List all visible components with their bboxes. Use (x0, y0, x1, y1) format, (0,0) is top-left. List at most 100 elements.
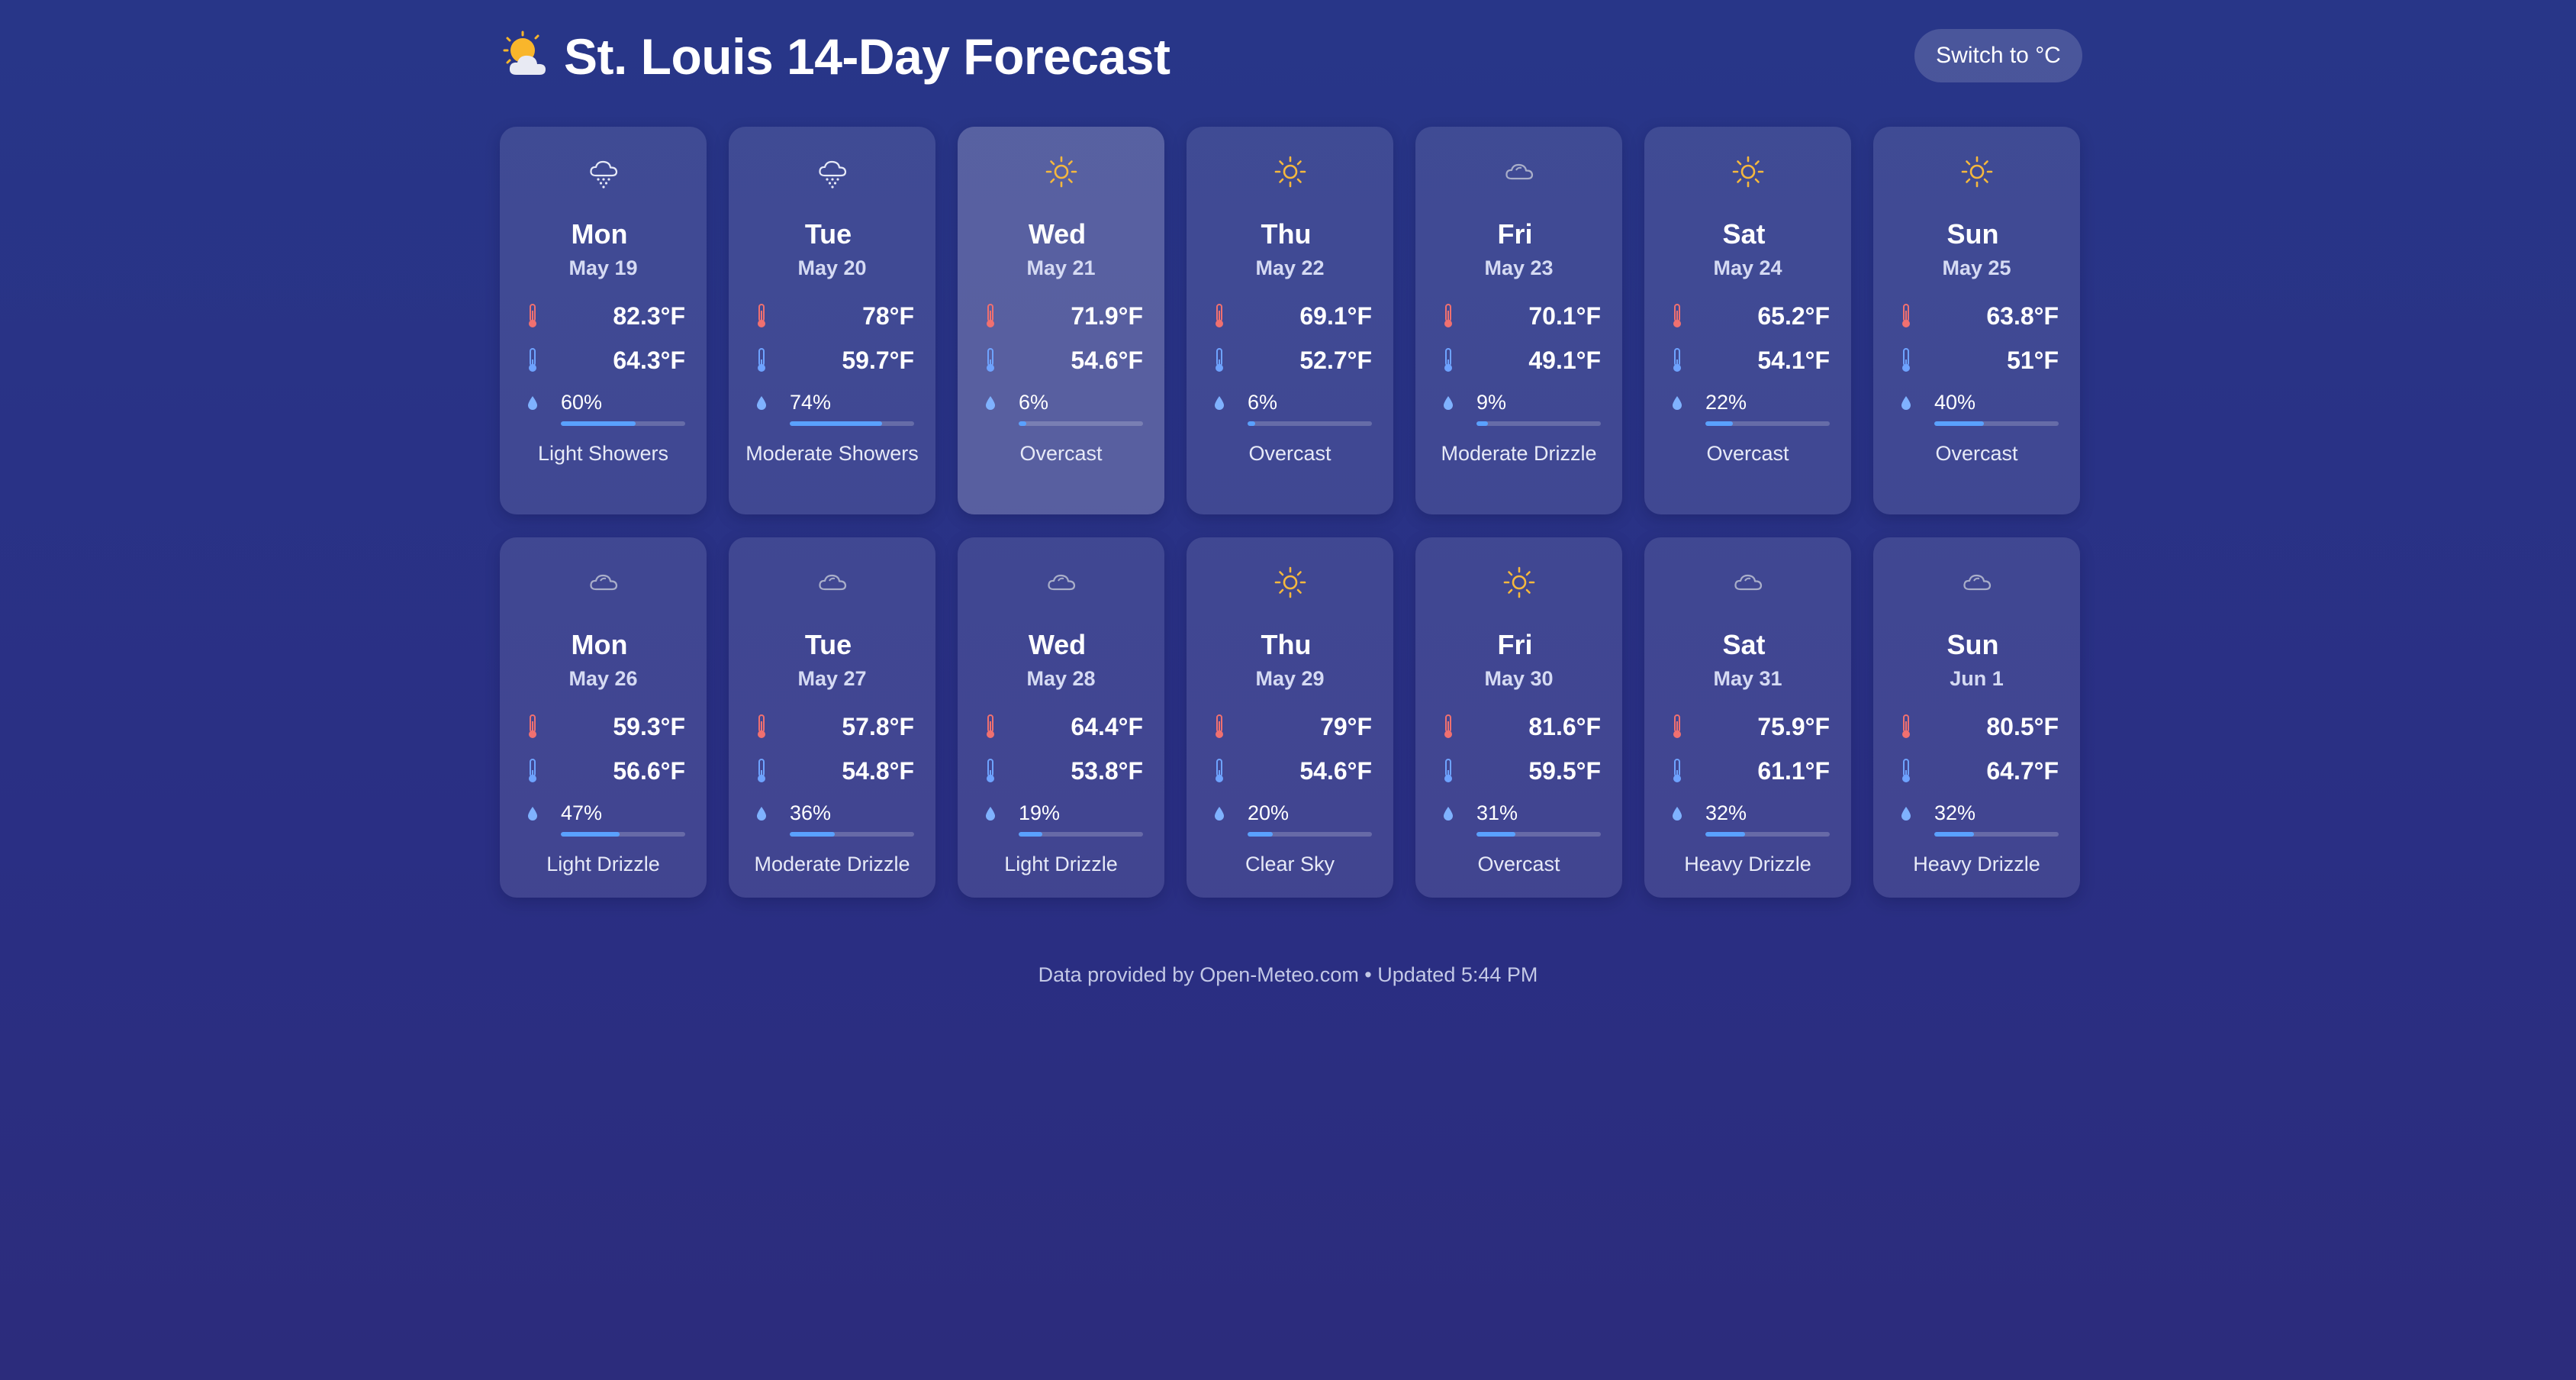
high-temp: 59.3°F (613, 712, 685, 740)
precipitation-bar-fill (1705, 832, 1746, 837)
page: St. Louis 14-Day Forecast Switch to °C M… (500, 0, 2082, 898)
raindrop-icon (528, 807, 537, 821)
low-temp-row: 54.8°F (755, 756, 914, 786)
raindrop-icon (1673, 807, 1682, 821)
day-date: May 20 (797, 256, 867, 279)
precipitation-chance: 74% (790, 391, 832, 414)
thermometer-low-icon (1444, 348, 1452, 372)
precipitation-bar-fill (561, 421, 636, 426)
precipitation-bar-fill (1476, 832, 1515, 837)
low-temp: 54.8°F (842, 756, 914, 785)
precipitation-bar (790, 832, 914, 837)
precipitation-row: 74% (755, 391, 914, 429)
precipitation-chance: 47% (561, 801, 603, 824)
weather-condition: Moderate Showers (745, 442, 919, 465)
high-temp-row: 69.1°F (1212, 301, 1372, 331)
precipitation-chance: 32% (1934, 801, 1976, 824)
sun-icon (1959, 154, 1995, 189)
thermometer-low-icon (1902, 759, 1910, 782)
forecast-day-card: Sun Jun 1 80.5°F 64.7°F 32% Heavy Drizzl… (1873, 537, 2080, 898)
day-date: May 23 (1484, 256, 1554, 279)
day-name: Mon (571, 629, 628, 660)
thermometer-high-icon (529, 304, 536, 327)
sun-icon (1502, 565, 1537, 600)
day-date: May 24 (1713, 256, 1782, 279)
day-name: Sat (1722, 629, 1766, 660)
high-temp-row: 59.3°F (526, 711, 685, 742)
forecast-day-card: Thu May 29 79°F 54.6°F 20% Clear Sky (1187, 537, 1393, 898)
thermometer-low-icon (758, 759, 765, 782)
precipitation-row: 6% (1212, 391, 1372, 429)
raindrop-icon (986, 396, 995, 410)
thermometer-low-icon (987, 759, 994, 782)
precipitation-row: 19% (984, 801, 1143, 840)
high-temp-row: 81.6°F (1441, 711, 1601, 742)
precipitation-row: 20% (1212, 801, 1372, 840)
raindrop-icon (1673, 396, 1682, 410)
low-temp-row: 54.1°F (1670, 345, 1830, 376)
day-name: Sun (1946, 218, 1999, 250)
precipitation-chance: 32% (1705, 801, 1747, 824)
forecast-day-card: Thu May 22 69.1°F 52.7°F 6% Overcast (1187, 127, 1393, 514)
thermometer-low-icon (1673, 759, 1681, 782)
day-name: Thu (1261, 629, 1312, 660)
thermometer-low-icon (1902, 348, 1910, 372)
day-date: May 19 (568, 256, 638, 279)
precipitation-row: 32% (1670, 801, 1830, 840)
forecast-day-card: Sat May 24 65.2°F 54.1°F 22% Overcast (1644, 127, 1851, 514)
thermometer-high-icon (1902, 304, 1910, 327)
weather-condition: Overcast (1706, 442, 1789, 465)
low-temp: 54.6°F (1299, 756, 1372, 785)
day-date: May 22 (1255, 256, 1325, 279)
thermometer-high-icon (1902, 714, 1910, 738)
precipitation-bar (561, 421, 685, 426)
thermometer-low-icon (1216, 759, 1223, 782)
sun-icon (1731, 154, 1766, 189)
precipitation-bar (1248, 421, 1372, 426)
day-date: Jun 1 (1950, 667, 2004, 690)
day-date: May 26 (568, 667, 638, 690)
low-temp-row: 53.8°F (984, 756, 1143, 786)
precipitation-chance: 6% (1019, 391, 1049, 414)
weather-condition: Heavy Drizzle (1684, 853, 1811, 875)
sun-behind-cloud-icon (503, 31, 546, 75)
low-temp: 59.7°F (842, 346, 914, 374)
thermometer-high-icon (1673, 714, 1681, 738)
precipitation-bar (1476, 832, 1601, 837)
weather-condition: Moderate Drizzle (754, 853, 910, 875)
low-temp-row: 49.1°F (1441, 345, 1601, 376)
precipitation-chance: 60% (561, 391, 603, 414)
high-temp-row: 80.5°F (1899, 711, 2059, 742)
precipitation-bar (1705, 421, 1830, 426)
day-name: Sat (1722, 218, 1766, 250)
unit-toggle-button[interactable]: Switch to °C (1914, 29, 2082, 82)
precipitation-row: 40% (1899, 391, 2059, 429)
weather-condition: Light Showers (537, 442, 669, 465)
precipitation-chance: 19% (1019, 801, 1061, 824)
day-date: May 31 (1713, 667, 1782, 690)
forecast-day-card: Tue May 27 57.8°F 54.8°F 36% Moderate Dr… (729, 537, 935, 898)
low-temp: 56.6°F (613, 756, 685, 785)
precipitation-chance: 22% (1705, 391, 1747, 414)
day-name: Thu (1261, 218, 1312, 250)
precipitation-bar-fill (1934, 421, 1985, 426)
day-name: Fri (1497, 218, 1533, 250)
precipitation-bar-fill (1934, 832, 1975, 837)
precipitation-bar-fill (1248, 832, 1273, 837)
low-temp-row: 59.7°F (755, 345, 914, 376)
high-temp: 70.1°F (1528, 301, 1601, 330)
high-temp-row: 78°F (755, 301, 914, 331)
weather-condition: Clear Sky (1245, 853, 1335, 875)
day-date: May 29 (1255, 667, 1325, 690)
thermometer-low-icon (1673, 348, 1681, 372)
day-date: May 28 (1026, 667, 1096, 690)
high-temp-row: 57.8°F (755, 711, 914, 742)
forecast-day-card: Fri May 30 81.6°F 59.5°F 31% Overcast (1415, 537, 1622, 898)
weather-condition: Overcast (1248, 442, 1331, 465)
forecast-day-card: Sat May 31 75.9°F 61.1°F 32% Heavy Drizz… (1644, 537, 1851, 898)
page-title-text: St. Louis 14-Day Forecast (564, 28, 1170, 85)
low-temp: 51°F (2007, 346, 2059, 374)
low-temp: 49.1°F (1528, 346, 1601, 374)
low-temp-row: 52.7°F (1212, 345, 1372, 376)
precipitation-row: 6% (984, 391, 1143, 429)
